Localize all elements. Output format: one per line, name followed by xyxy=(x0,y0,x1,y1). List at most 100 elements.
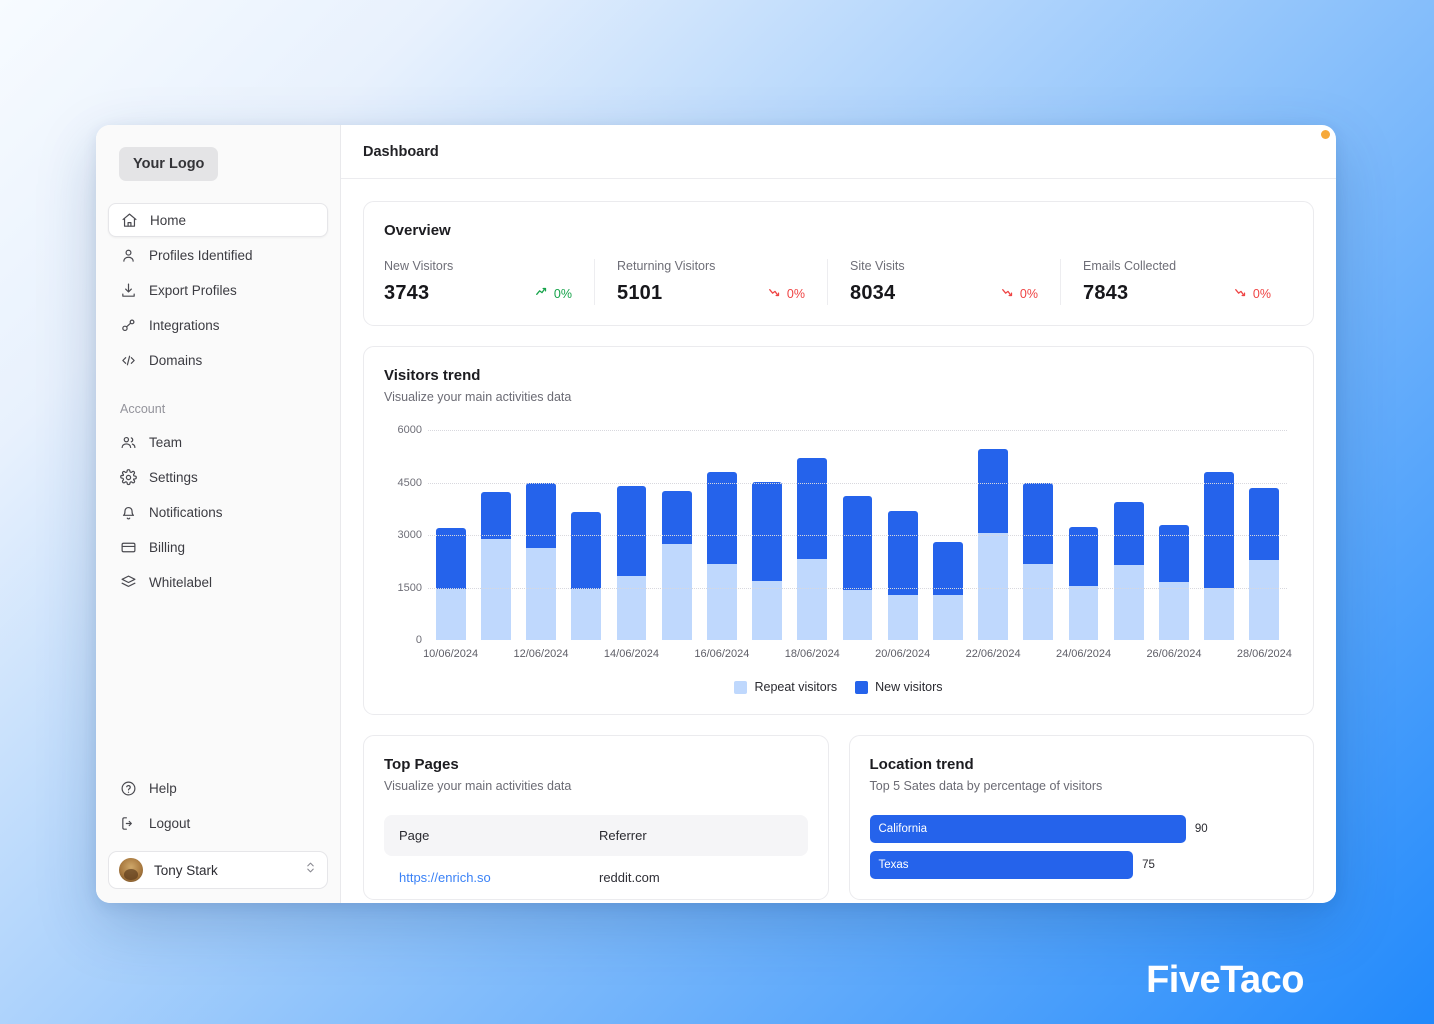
chart-gridline xyxy=(428,430,1287,431)
cell-referrer: reddit.com xyxy=(599,870,660,885)
chart-bar[interactable] xyxy=(1068,527,1099,640)
sidebar-item-export-profiles[interactable]: Export Profiles xyxy=(108,273,328,307)
home-icon xyxy=(121,212,138,229)
chart-gridline xyxy=(428,535,1287,536)
chart-bar[interactable] xyxy=(1158,524,1189,640)
table-row: https://enrich.so reddit.com xyxy=(384,856,808,899)
location-bar[interactable]: Texas xyxy=(869,851,1134,879)
sidebar-item-label: Whitelabel xyxy=(149,574,213,590)
chart-bar[interactable] xyxy=(526,482,556,640)
chart-bar[interactable] xyxy=(661,490,692,640)
chart-bar-segment-repeat xyxy=(571,589,602,640)
help-circle-icon xyxy=(120,780,137,797)
chart-x-tick: 22/06/2024 xyxy=(965,648,1021,660)
chart-bar[interactable] xyxy=(571,511,602,640)
sidebar-item-domains[interactable]: Domains xyxy=(108,343,328,377)
chart-bar[interactable] xyxy=(616,486,647,640)
page-link[interactable]: https://enrich.so xyxy=(399,870,491,885)
fivetaco-watermark: FiveTaco xyxy=(1146,959,1304,1001)
stat-delta-value: 0% xyxy=(786,286,805,301)
chart-bar[interactable] xyxy=(932,541,963,640)
bell-icon xyxy=(120,504,137,521)
chart-bar[interactable] xyxy=(1249,488,1280,640)
chart-y-tick: 4500 xyxy=(397,476,422,489)
sidebar-item-label: Team xyxy=(149,434,183,450)
chart-bar[interactable] xyxy=(797,458,828,640)
chart-bar[interactable] xyxy=(480,492,511,640)
sidebar: Your Logo Home Profiles Identified Export … xyxy=(96,125,341,903)
app-window: Your Logo Home Profiles Identified Export … xyxy=(96,125,1336,903)
chart-bar[interactable] xyxy=(887,510,918,640)
stat-delta-value: 0% xyxy=(1019,286,1038,301)
visitors-trend-subtitle: Visualize your main activities data xyxy=(384,390,572,404)
chart-legend: Repeat visitors New visitors xyxy=(384,680,1293,694)
overview-stats: New Visitors 3743 0% Returning Visitors 5101… xyxy=(384,259,1293,305)
chart-bar[interactable] xyxy=(978,449,1008,640)
legend-item[interactable]: Repeat visitors xyxy=(734,680,837,694)
chart-bar-segment-repeat xyxy=(706,564,737,640)
chart-bar-segment-repeat xyxy=(752,580,782,640)
sidebar-item-whitelabel[interactable]: Whitelabel xyxy=(108,565,328,599)
sidebar-item-team[interactable]: Team xyxy=(108,425,328,459)
download-icon xyxy=(120,282,137,299)
overview-card: Overview New Visitors 3743 0% Returning Vis… xyxy=(363,201,1314,326)
chart-bar-segment-new xyxy=(435,528,466,589)
chart-bar-segment-repeat xyxy=(1249,560,1280,640)
location-trend-subtitle: Top 5 Sates data by percentage of visito… xyxy=(869,779,1103,793)
location-trend-title: Location trend xyxy=(869,756,974,773)
bottom-row: Top Pages Visualize your main activities… xyxy=(363,735,1314,900)
stat-value: 7843 xyxy=(1083,282,1129,304)
sidebar-item-label: Home xyxy=(150,212,187,228)
content-scroll: Overview New Visitors 3743 0% Returning Vis… xyxy=(341,179,1336,903)
stat-row: 8034 0% xyxy=(850,282,1038,305)
topbar: Dashboard xyxy=(341,125,1336,179)
sidebar-item-logout[interactable]: Logout xyxy=(108,806,328,840)
sidebar-nav-footer: Help Logout xyxy=(108,771,328,841)
stat-label: New Visitors xyxy=(384,259,454,273)
chart-bar[interactable] xyxy=(435,528,466,640)
chevrons-up-down-icon xyxy=(304,861,317,879)
sidebar-item-settings[interactable]: Settings xyxy=(108,460,328,494)
stat-emails-collected: Emails Collected 7843 0% xyxy=(1060,259,1293,305)
legend-label: New visitors xyxy=(875,680,943,694)
sidebar-item-notifications[interactable]: Notifications xyxy=(108,495,328,529)
chart-y-tick: 3000 xyxy=(397,529,422,541)
sidebar-item-label: Domains xyxy=(149,352,203,368)
profile-switcher[interactable]: Tony Stark xyxy=(108,851,328,889)
sidebar-item-help[interactable]: Help xyxy=(108,771,328,805)
chart-bar[interactable] xyxy=(752,482,782,640)
app-logo[interactable]: Your Logo xyxy=(119,147,219,181)
stat-new-visitors: New Visitors 3743 0% xyxy=(384,259,594,305)
chart-bar-segment-new xyxy=(1158,524,1189,582)
chart-x-tick: 16/06/2024 xyxy=(694,648,750,660)
chart-bar-segment-new xyxy=(752,482,782,581)
chart-x-tick: 26/06/2024 xyxy=(1146,648,1202,660)
sidebar-item-billing[interactable]: Billing xyxy=(108,530,328,564)
chart-bar-segment-new xyxy=(706,472,737,565)
location-bars: California 90 Texas 75 xyxy=(869,815,1294,879)
chart-bar-segment-new xyxy=(616,486,647,576)
chart-bar[interactable] xyxy=(1204,472,1234,640)
sidebar-item-label: Notifications xyxy=(149,504,223,520)
code-icon xyxy=(120,352,137,369)
chart-bar-segment-new xyxy=(842,496,873,590)
chart-bar[interactable] xyxy=(842,496,873,640)
sidebar-nav-main: Home Profiles Identified Export Profiles In… xyxy=(108,203,328,378)
chart-x-tick: 28/06/2024 xyxy=(1236,648,1292,660)
chart-bar-segment-repeat xyxy=(661,544,692,640)
chart-bar[interactable] xyxy=(1023,482,1054,640)
chart-bar-segment-repeat xyxy=(1068,586,1099,640)
stat-row: 3743 0% xyxy=(384,282,572,305)
location-label: Texas xyxy=(878,859,909,871)
chart-bar[interactable] xyxy=(1113,502,1144,640)
location-bar[interactable]: California xyxy=(869,815,1186,843)
chart-bar[interactable] xyxy=(706,472,737,640)
sidebar-item-integrations[interactable]: Integrations xyxy=(108,308,328,342)
user-icon xyxy=(120,247,137,264)
sidebar-item-profiles-identified[interactable]: Profiles Identified xyxy=(108,238,328,272)
top-pages-table-header: Page Referrer xyxy=(384,815,808,856)
legend-item[interactable]: New visitors xyxy=(855,680,943,694)
sidebar-item-home[interactable]: Home xyxy=(108,203,328,237)
chart-x-tick: 14/06/2024 xyxy=(603,648,659,660)
